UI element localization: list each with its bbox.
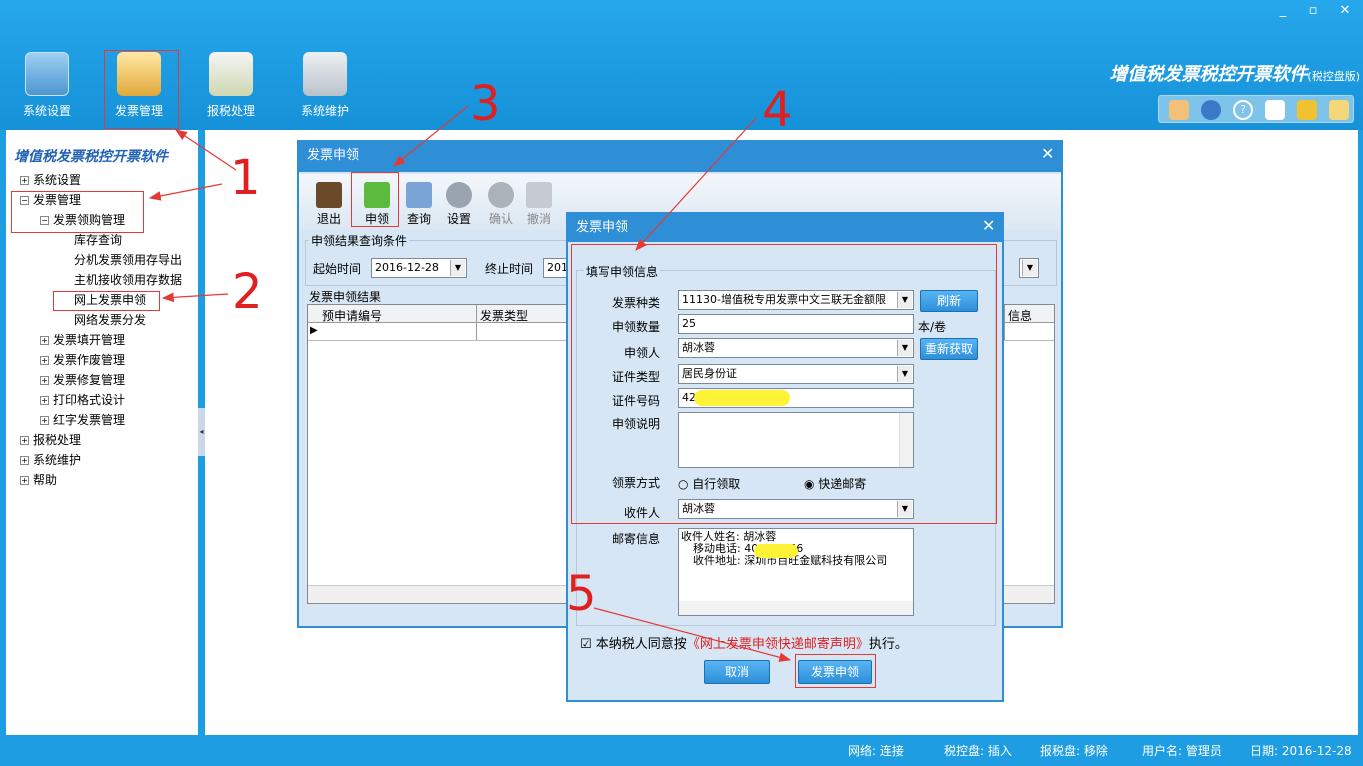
tree-item-export[interactable]: 分机发票领用存导出 — [20, 250, 182, 270]
lock-icon[interactable] — [1329, 100, 1349, 120]
tree-item-system-settings[interactable]: + 系统设置 — [20, 170, 182, 190]
undo-icon — [526, 182, 552, 208]
cancel-button[interactable]: 取消 — [704, 660, 770, 684]
confirm-check-icon — [488, 182, 514, 208]
start-time-field[interactable]: 2016-12-28 ▼ — [371, 258, 467, 278]
maintenance-tools-icon — [303, 52, 347, 96]
annotation-box-4 — [571, 244, 997, 524]
tree-item-tax-report[interactable]: + 报税处理 — [20, 430, 182, 450]
chevron-down-icon[interactable]: ▼ — [1022, 260, 1037, 276]
exit-button[interactable]: 退出 — [309, 178, 349, 227]
annotation-number-4: 4 — [762, 82, 793, 138]
help-icon[interactable]: ? — [1233, 100, 1253, 120]
expand-icon[interactable]: + — [40, 376, 49, 385]
undo-button[interactable]: 撤消 — [519, 178, 559, 227]
redaction-highlight — [754, 544, 798, 558]
module-label: 系统设置 — [22, 104, 71, 118]
window-icon[interactable] — [1265, 100, 1285, 120]
expand-icon[interactable]: + — [20, 456, 29, 465]
expand-icon[interactable]: + — [20, 476, 29, 485]
status-reportdisk: 报税盘: 移除 — [1040, 744, 1108, 758]
annotation-box-2 — [53, 291, 160, 311]
annotation-number-3: 3 — [470, 76, 501, 132]
status-date: 日期: 2016-12-28 — [1250, 744, 1352, 758]
mailing-info-label: 邮寄信息 — [611, 532, 660, 546]
chevron-down-icon[interactable]: ▼ — [450, 260, 465, 276]
tree-item-receive-data[interactable]: 主机接收领用存数据 — [20, 270, 182, 290]
column-header[interactable]: 预申请编号 — [322, 307, 382, 324]
status-network: 网络: 连接 — [848, 744, 904, 758]
close-icon[interactable]: ✕ — [982, 216, 995, 235]
query-group-label: 申领结果查询条件 — [309, 232, 410, 249]
tax-report-icon — [209, 52, 253, 96]
tree-item-print-design[interactable]: + 打印格式设计 — [20, 390, 182, 410]
module-tax-report[interactable]: 报税处理 — [194, 48, 268, 128]
restore-button[interactable]: ▫ — [1302, 2, 1324, 20]
module-system-maintenance[interactable]: 系统维护 — [288, 48, 362, 128]
close-button[interactable]: ✕ — [1334, 2, 1356, 20]
statement-link[interactable]: 《网上发票申领快递邮寄声明》 — [687, 637, 869, 652]
tree-item-invoice-void[interactable]: + 发票作废管理 — [20, 350, 182, 370]
tree-item-help[interactable]: + 帮助 — [20, 470, 182, 490]
annotation-box-1 — [104, 50, 179, 129]
app-title: 增值税发票税控开票软件(税控盘版) — [1109, 64, 1360, 85]
mailing-info-text[interactable]: 收件人姓名: 胡冰蓉 移动电话: 40066 收件地址: 深圳市百旺金赋科技有限… — [678, 528, 914, 616]
expand-icon[interactable]: + — [20, 176, 29, 185]
app-subtitle: (税控盘版) — [1307, 70, 1360, 83]
expand-icon[interactable]: + — [40, 356, 49, 365]
module-system-settings[interactable]: 系统设置 — [10, 48, 84, 128]
column-header[interactable]: 信息 — [1008, 307, 1032, 324]
tree-item-stock-query[interactable]: 库存查询 — [20, 230, 182, 250]
tree-item-network-distribute[interactable]: 网络发票分发 — [20, 310, 182, 330]
key-icon[interactable] — [1297, 100, 1317, 120]
module-label: 系统维护 — [300, 104, 349, 118]
globe-icon[interactable] — [1201, 100, 1221, 120]
annotation-box-3 — [351, 172, 399, 227]
settings-button[interactable]: 设置 — [439, 178, 479, 227]
status-user: 用户名: 管理员 — [1142, 744, 1222, 758]
settings-panel-icon — [25, 52, 69, 96]
end-time-label: 终止时间 — [485, 262, 534, 276]
query-icon — [406, 182, 432, 208]
module-label: 报税处理 — [206, 104, 255, 118]
icon-strip: ? — [1158, 95, 1354, 123]
annotation-box-tree — [11, 191, 144, 233]
agreement-checkbox[interactable]: ☑ 本纳税人同意按《网上发票申领快递邮寄声明》执行。 — [580, 633, 908, 652]
tree-item-invoice-issue[interactable]: + 发票填开管理 — [20, 330, 182, 350]
annotation-box-5 — [795, 654, 876, 688]
column-header[interactable]: 发票类型 — [480, 307, 528, 324]
expand-icon[interactable]: + — [40, 336, 49, 345]
end-time-dropdown[interactable]: ▼ — [1019, 258, 1039, 278]
confirm-button[interactable]: 确认 — [481, 178, 521, 227]
panel-splitter[interactable]: ◂ — [198, 408, 205, 456]
exit-door-icon — [316, 182, 342, 208]
horizontal-scrollbar[interactable] — [679, 601, 913, 615]
status-bar: 网络: 连接 税控盘: 插入 报税盘: 移除 用户名: 管理员 日期: 2016… — [0, 736, 1363, 766]
tree-item-red-invoice[interactable]: + 红字发票管理 — [20, 410, 182, 430]
gear-icon — [446, 182, 472, 208]
result-group-label: 发票申领结果 — [309, 290, 382, 304]
expand-icon[interactable]: + — [40, 396, 49, 405]
minimize-button[interactable]: _ — [1272, 2, 1294, 20]
sidebar-title: 增值税发票税控开票软件 — [14, 149, 168, 165]
query-button[interactable]: 查询 — [399, 178, 439, 227]
annotation-number-1: 1 — [230, 150, 261, 206]
annotation-number-2: 2 — [232, 264, 263, 320]
annotation-number-5: 5 — [566, 566, 597, 622]
row-pointer-icon: ▶ — [310, 325, 318, 336]
expand-icon[interactable]: + — [20, 436, 29, 445]
start-time-label: 起始时间 — [313, 262, 362, 276]
tree-item-maintenance[interactable]: + 系统维护 — [20, 450, 182, 470]
window-title: 发票申领 — [299, 142, 1061, 172]
status-taxdisk: 税控盘: 插入 — [944, 744, 1012, 758]
tree-item-invoice-repair[interactable]: + 发票修复管理 — [20, 370, 182, 390]
window-title: 发票申领 — [568, 214, 1002, 242]
expand-icon[interactable]: + — [40, 416, 49, 425]
close-icon[interactable]: ✕ — [1041, 144, 1054, 163]
user-icon[interactable] — [1169, 100, 1189, 120]
